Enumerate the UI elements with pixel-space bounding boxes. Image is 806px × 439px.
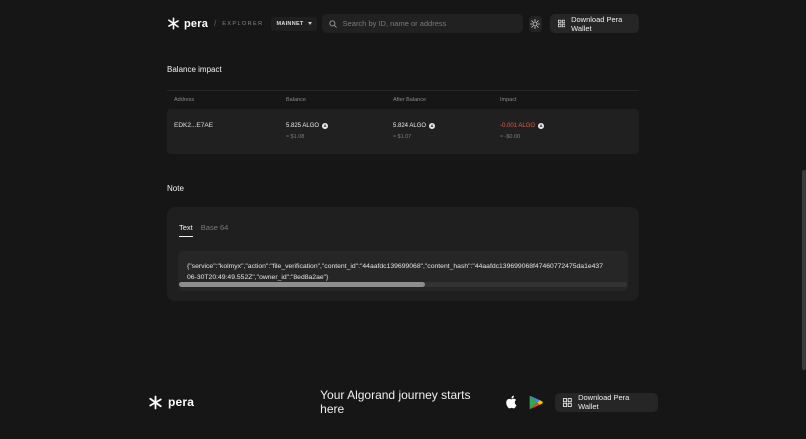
- search-bar[interactable]: [321, 14, 523, 33]
- footer-download-wallet-label: Download Pera Wallet: [578, 393, 630, 411]
- column-impact: Impact: [500, 96, 517, 103]
- apple-icon: [506, 395, 517, 409]
- app-store-link[interactable]: [505, 395, 517, 409]
- impact-amount: -0.001 ALGO: [500, 123, 536, 129]
- algo-icon: A: [322, 123, 329, 129]
- logo-subtitle: EXPLORER: [222, 20, 264, 27]
- note-line-2: 06-30T20:49:49.552Z","owner_id":"8ed8a2a…: [187, 274, 329, 281]
- pera-logo-icon: [168, 17, 179, 30]
- tab-base64[interactable]: Base 64: [201, 223, 229, 237]
- balance-amount: 5.825 ALGO: [286, 123, 320, 129]
- qr-grid-icon: [557, 19, 566, 28]
- note-tabs: Text Base 64: [179, 223, 228, 237]
- algo-icon: A: [429, 123, 436, 129]
- after-balance-cell: 5.824 ALGO A ≈ $1.07: [393, 123, 436, 140]
- footer-tagline: Your Algorand journey starts here: [320, 388, 471, 416]
- algo-icon: A: [538, 123, 545, 129]
- impact-cell: -0.001 ALGO A ≈ -$0.00: [500, 123, 545, 140]
- network-label: MAINNET: [276, 20, 304, 27]
- theme-toggle-button[interactable]: [528, 15, 542, 32]
- chevron-down-icon: [307, 22, 312, 25]
- footer-logo-text: pera: [168, 395, 195, 409]
- top-nav: pera / EXPLORER MAINNET Search by ID, na…: [167, 12, 639, 35]
- logo-text: pera: [184, 17, 209, 30]
- balance-cell: 5.825 ALGO A ≈ $1.08: [286, 123, 329, 140]
- pera-explorer-logo[interactable]: pera / EXPLORER: [167, 17, 263, 30]
- footer-download-wallet-button[interactable]: Download Pera Wallet: [555, 392, 658, 412]
- after-balance-amount: 5.824 ALGO: [393, 123, 427, 129]
- download-wallet-button[interactable]: Download Pera Wallet: [549, 14, 639, 33]
- search-input[interactable]: [342, 19, 523, 28]
- column-after-balance: After Balance: [393, 96, 427, 103]
- footer: pera Your Algorand journey starts here D…: [148, 388, 658, 416]
- tab-text[interactable]: Text: [179, 223, 193, 237]
- balance-table-header: Address Balance After Balance Impact: [167, 90, 639, 108]
- search-icon: [328, 19, 337, 28]
- row-address-link[interactable]: EDK2...E7AE: [174, 122, 213, 129]
- google-play-link[interactable]: [529, 395, 544, 410]
- google-play-icon: [529, 395, 544, 409]
- note-scrollbar-thumb[interactable]: [179, 282, 426, 287]
- footer-logo[interactable]: pera: [148, 395, 194, 410]
- note-line-1: {"service":"kolmyx","action":"file_verif…: [187, 263, 603, 270]
- page-scrollbar[interactable]: [802, 170, 806, 370]
- after-balance-usd: ≈ $1.07: [393, 134, 412, 140]
- pera-logo-icon: [149, 395, 162, 409]
- column-balance: Balance: [286, 96, 306, 103]
- logo-separator: /: [214, 19, 217, 28]
- note-scrollbar[interactable]: [179, 282, 627, 287]
- table-row: EDK2...E7AE 5.825 ALGO A ≈ $1.08 5.824 A…: [167, 109, 639, 154]
- balance-impact-title: Balance impact: [167, 65, 222, 74]
- download-wallet-label: Download Pera Wallet: [571, 14, 623, 33]
- balance-usd: ≈ $1.08: [286, 134, 305, 140]
- note-title: Note: [167, 184, 184, 193]
- sun-icon: [530, 18, 541, 29]
- network-selector[interactable]: MAINNET: [271, 16, 317, 31]
- impact-usd: ≈ -$0.00: [500, 134, 521, 140]
- column-address: Address: [174, 96, 195, 103]
- note-text: {"service":"kolmyx","action":"file_verif…: [187, 261, 628, 283]
- qr-grid-icon: [563, 397, 573, 407]
- note-card: Text Base 64 {"service":"kolmyx","action…: [167, 207, 639, 301]
- note-content-box[interactable]: {"service":"kolmyx","action":"file_verif…: [178, 251, 628, 291]
